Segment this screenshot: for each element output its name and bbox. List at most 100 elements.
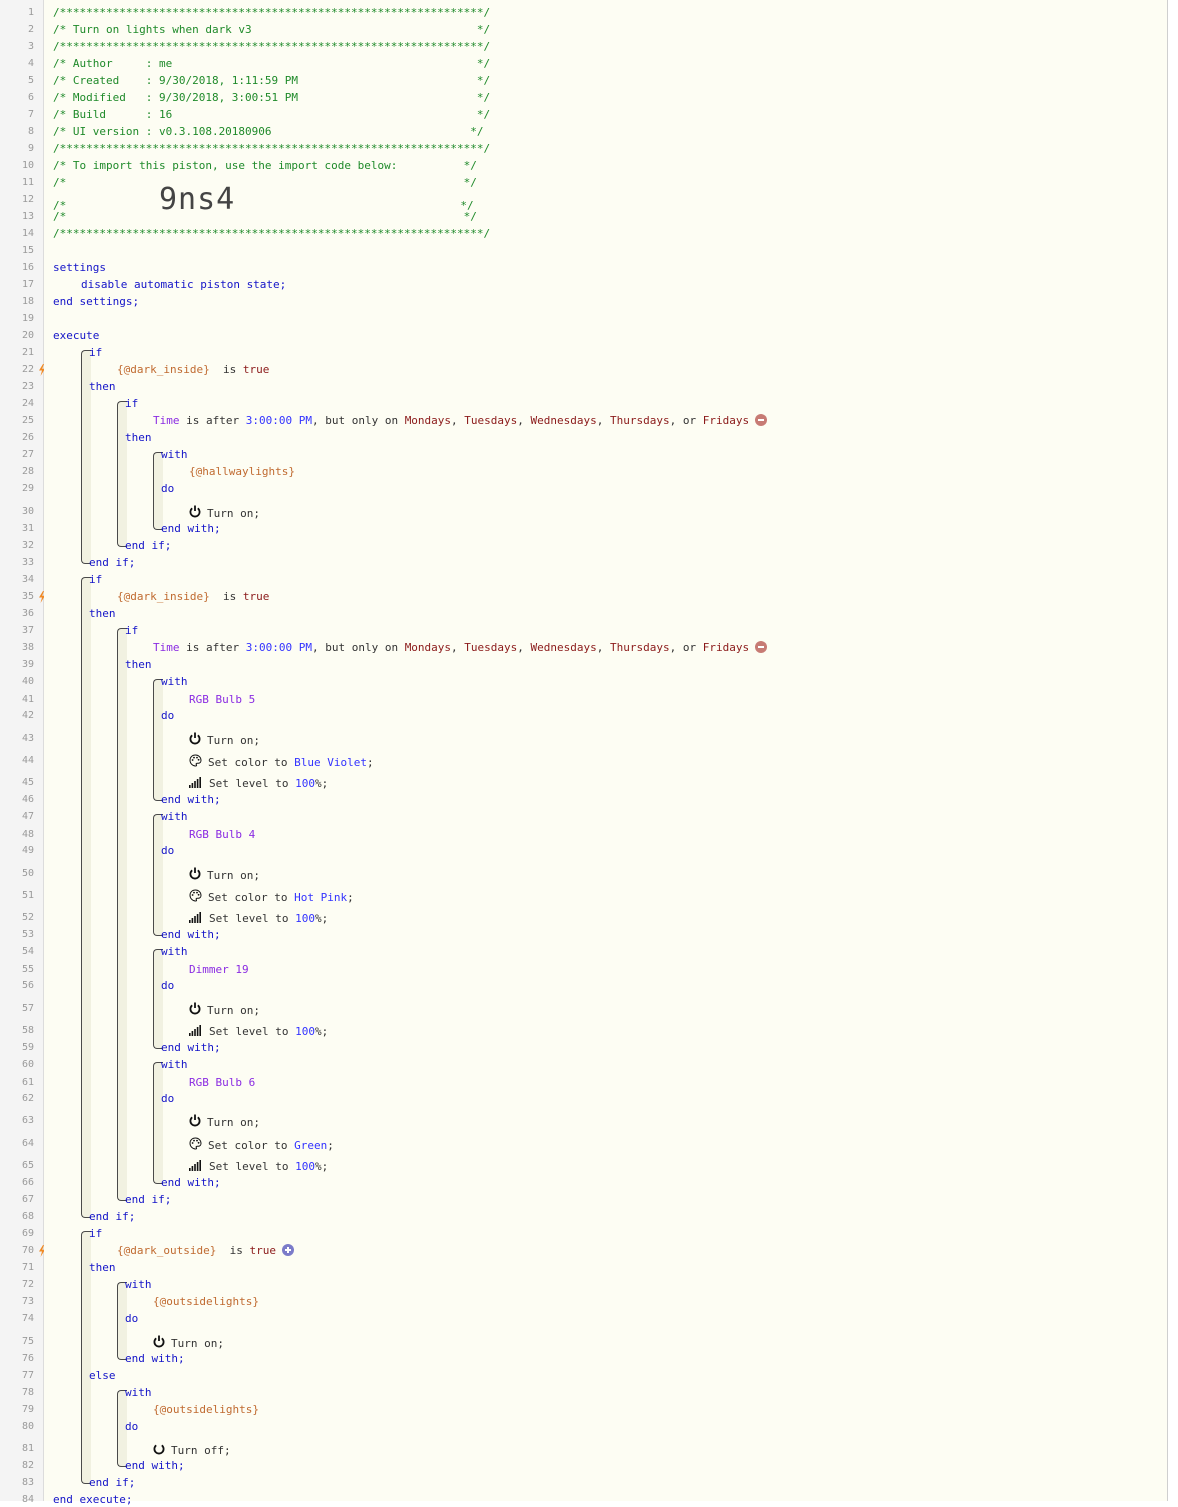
punct: %; [314, 1160, 329, 1173]
keyword-is: is [229, 1244, 243, 1257]
line-number: 31 [21, 523, 34, 534]
keyword: end with; [161, 1176, 221, 1189]
line-number: 5 [27, 75, 34, 86]
punct: ; [327, 1139, 334, 1152]
line-number: 42 [21, 710, 34, 721]
variable: {@dark_outside} [117, 1244, 217, 1257]
value-true: true [242, 363, 270, 376]
device-name: RGB Bulb 5 [189, 693, 256, 706]
keyword: end if; [89, 1476, 136, 1489]
block-bracket [153, 814, 163, 936]
keyword-end-with: end with; [161, 1176, 221, 1190]
line-number: 30 [21, 506, 34, 517]
line-number: 37 [21, 625, 34, 636]
remove-badge-icon[interactable] [755, 414, 768, 426]
command-text: Set level to [209, 912, 296, 925]
keyword: end with; [161, 522, 221, 535]
power-icon [189, 867, 201, 880]
command-text: Turn on; [207, 1116, 260, 1129]
header-comment: /* Created : 9/30/2018, 1:11:59 PM */ [53, 74, 490, 88]
settings-text: disable automatic piston state; [81, 278, 287, 291]
line-number: 62 [21, 1093, 34, 1104]
line-number: 66 [21, 1177, 34, 1188]
line-number: 51 [21, 890, 34, 901]
line-number: 67 [21, 1194, 34, 1205]
day-2: Wednesdays [530, 414, 597, 427]
line-number: 4 [27, 58, 34, 69]
level-value: 100 [295, 1160, 315, 1173]
device-outside: {@outsidelights} [153, 1295, 259, 1309]
keyword: then [125, 431, 152, 444]
line-number: 81 [21, 1443, 34, 1454]
keyword: do [161, 844, 175, 857]
command-turn-off: Turn off; [153, 1442, 231, 1458]
variable: {@outsidelights} [153, 1403, 259, 1416]
condition-dark-inside: {@dark_inside} is true [117, 363, 269, 377]
keyword-end-with: end with; [125, 1459, 185, 1473]
keyword-with: with [161, 810, 188, 824]
device-hallway: {@hallwaylights} [189, 465, 295, 479]
line-number: 35 [21, 591, 34, 602]
power-icon [189, 732, 201, 745]
line-number: 39 [21, 659, 34, 670]
palette-icon [189, 754, 202, 767]
line-number: 19 [21, 313, 34, 324]
line-number: 16 [21, 262, 34, 273]
comment: /***************************************… [53, 227, 491, 240]
add-badge-icon[interactable] [281, 1244, 294, 1256]
condition-dark-outside: {@dark_outside} is true [117, 1244, 294, 1258]
power-icon [189, 1002, 201, 1015]
comment: /* Modified : 9/30/2018, 3:00:51 PM */ [53, 91, 491, 104]
line-number: 54 [21, 946, 34, 957]
keyword-is: is [222, 363, 237, 376]
line-number: 53 [21, 929, 34, 940]
keyword: end with; [125, 1352, 185, 1365]
time-condition: Time is after 3:00:00 PM, but only on Mo… [153, 641, 768, 655]
keyword-end-if: end if; [125, 539, 171, 553]
line-number: 84 [21, 1494, 34, 1505]
line-number: 25 [21, 415, 34, 426]
line-number: 20 [21, 330, 34, 341]
comment: /* UI version : v0.3.108.20180906 */ [53, 125, 484, 138]
line-number: 7 [27, 109, 34, 120]
separator: , [596, 414, 611, 427]
keyword-end-settings: end settings; [53, 295, 139, 309]
line-number: 64 [21, 1138, 34, 1149]
command-text: Turn on; [171, 1337, 224, 1350]
separator: , or [669, 414, 703, 427]
signal-level-icon [189, 777, 201, 788]
command-set-level: Set level to 100%; [189, 776, 328, 791]
line-number: 79 [21, 1404, 34, 1415]
line-number: 24 [21, 398, 34, 409]
block-bracket [153, 679, 163, 801]
line-number: 21 [21, 347, 34, 358]
line-number: 34 [21, 574, 34, 585]
command-set-level: Set level to 100%; [189, 911, 328, 926]
signal-level-icon [189, 1025, 201, 1036]
keyword-with: with [125, 1278, 152, 1292]
keyword: end with; [161, 928, 221, 941]
day-4: Fridays [702, 641, 750, 654]
day-1: Tuesdays [464, 641, 518, 654]
block-bracket [81, 577, 91, 1218]
keyword: end with; [161, 1041, 221, 1054]
line-number: 17 [21, 279, 34, 290]
keyword-do: do [161, 709, 174, 723]
line-number: 60 [21, 1059, 34, 1070]
keyword: with [161, 448, 188, 461]
command-set-color: Set color to Blue Violet; [189, 754, 374, 770]
line-number: 72 [21, 1279, 34, 1290]
keyword: do [161, 1092, 175, 1105]
keyword: do [125, 1420, 139, 1433]
keyword: end if; [125, 539, 172, 552]
line-number: 47 [21, 811, 34, 822]
comment: /* To import this piston, use the import… [53, 159, 477, 172]
line-number: 83 [21, 1477, 34, 1488]
header-comment: /* Modified : 9/30/2018, 3:00:51 PM */ [53, 91, 490, 105]
remove-badge-icon[interactable] [755, 641, 768, 653]
line-number: 26 [21, 432, 34, 443]
day-1: Tuesdays [464, 414, 518, 427]
separator: , [451, 641, 465, 654]
command-turn-on: Turn on; [153, 1335, 224, 1351]
device-dimmer19: Dimmer 19 [189, 963, 249, 977]
